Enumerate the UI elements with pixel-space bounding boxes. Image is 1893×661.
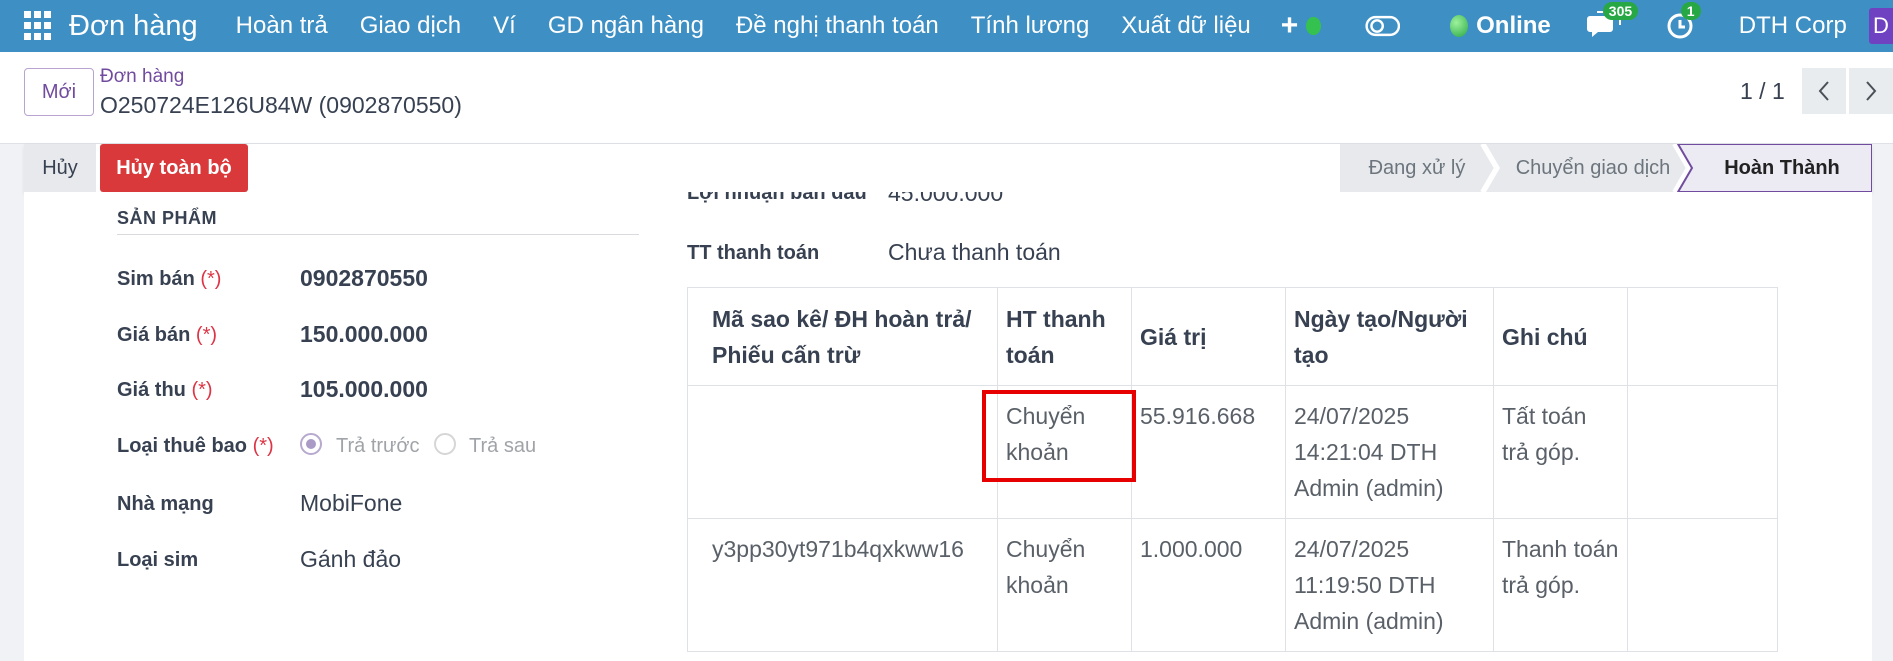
menu-item-returns[interactable]: Hoàn trả (220, 12, 344, 40)
radio-prepaid-label[interactable]: Trả trước (336, 435, 420, 458)
section-divider (117, 234, 639, 235)
price-value[interactable]: 150.000.000 (300, 321, 428, 348)
column-header-method[interactable]: HT thanh toán (997, 287, 1132, 386)
control-panel: Mới Đơn hàng O250724E126U84W (0902870550… (0, 52, 1893, 144)
main-menu: Hoàn trả Giao dịch Ví GD ngân hàng Đề ng… (220, 12, 1267, 40)
carrier-label: Nhà mạng (117, 493, 214, 515)
menu-item-payment-requests[interactable]: Đề nghị thanh toán (720, 12, 955, 40)
cell-amount: 1.000.000 (1131, 518, 1286, 652)
breadcrumb-current: O250724E126U84W (0902870550) (100, 92, 462, 118)
cancel-all-button[interactable]: Hủy toàn bộ (100, 144, 248, 192)
cell-code: y3pp30yt971b4qxkww16 (687, 518, 998, 652)
cell-created: 24/07/2025 14:21:04 DTH Admin (admin) (1285, 385, 1494, 519)
messages-button[interactable]: 305 (1586, 2, 1639, 42)
payment-status-value: Chưa thanh toán (888, 239, 1061, 265)
collect-price-label: Giá thu (*) (117, 379, 213, 401)
column-header-amount[interactable]: Giá trị (1131, 287, 1286, 386)
cell-created: 24/07/2025 11:19:50 DTH Admin (admin) (1285, 518, 1494, 652)
carrier-value[interactable]: MobiFone (300, 490, 402, 517)
plus-icon[interactable]: + (1281, 11, 1299, 41)
payment-status-label: TT thanh toán (687, 242, 820, 264)
sim-value[interactable]: 0902870550 (300, 265, 428, 292)
messages-count-badge: 305 (1602, 2, 1639, 20)
cell-actions (1627, 385, 1778, 519)
column-header-note[interactable]: Ghi chú (1493, 287, 1628, 386)
cancel-button[interactable]: Hủy (24, 144, 96, 192)
menu-item-export-data[interactable]: Xuất dữ liệu (1105, 12, 1266, 40)
pager-counter[interactable]: 1 / 1 (1740, 78, 1785, 105)
payment-lines-table: Mã sao kê/ ĐH hoàn trả/ Phiếu cấn trừ HT… (687, 287, 1778, 652)
cell-code (687, 385, 998, 519)
toggle-icon[interactable] (1365, 13, 1401, 39)
cell-amount: 55.916.668 (1131, 385, 1286, 519)
form-statusbar: Hủy Hủy toàn bộ Đang xử lý Chuyển giao d… (24, 144, 1872, 192)
menu-item-bank-transactions[interactable]: GD ngân hàng (532, 12, 720, 40)
table-row[interactable]: y3pp30yt971b4qxkww16 Chuyển khoản 1.000.… (687, 518, 1778, 652)
chevron-left-icon (1818, 81, 1829, 101)
highlight-annotation-box (982, 390, 1136, 482)
sim-type-label: Loại sim (117, 549, 199, 571)
stage-processing[interactable]: Đang xử lý (1340, 144, 1494, 192)
company-switcher[interactable]: DTH Corp (1739, 12, 1847, 40)
subscription-type-label: Loại thuê bao (*) (117, 435, 274, 457)
radio-prepaid[interactable] (300, 433, 322, 455)
pager-next-button[interactable] (1849, 68, 1893, 114)
stage-completed[interactable]: Hoàn Thành (1692, 144, 1872, 192)
stage-transfer-transaction[interactable]: Chuyển giao dịch (1500, 144, 1686, 192)
menu-item-wallet[interactable]: Ví (477, 12, 532, 40)
activities-count-badge: 1 (1680, 2, 1701, 20)
column-header-created[interactable]: Ngày tạo/Người tạo (1285, 287, 1494, 386)
menu-item-transactions[interactable]: Giao dịch (344, 12, 477, 40)
cell-actions (1627, 518, 1778, 652)
breadcrumb-parent[interactable]: Đơn hàng (100, 66, 184, 88)
sim-type-value[interactable]: Gánh đảo (300, 546, 401, 573)
radio-postpaid-label[interactable]: Trả sau (469, 435, 536, 458)
top-navbar: Đơn hàng Hoàn trả Giao dịch Ví GD ngân h… (0, 0, 1893, 52)
profit-row-clip: Lợi nhuận ban đầu 45.000.000 (687, 192, 1207, 210)
cell-note: Tất toán trả góp. (1493, 385, 1628, 519)
user-avatar[interactable]: D (1868, 8, 1893, 44)
new-record-button[interactable]: Mới (24, 68, 94, 116)
chevron-right-icon (1866, 81, 1877, 101)
pager-previous-button[interactable] (1802, 68, 1846, 114)
app-brand[interactable]: Đơn hàng (69, 10, 198, 43)
cell-method: Chuyển khoản (997, 518, 1132, 652)
table-row[interactable]: Chuyển khoản 55.916.668 24/07/2025 14:21… (687, 385, 1778, 519)
activities-button[interactable]: 1 (1665, 2, 1701, 42)
cell-note: Thanh toán trả góp. (1493, 518, 1628, 652)
sim-label: Sim bán (*) (117, 268, 222, 290)
column-header-actions (1627, 287, 1778, 386)
initial-profit-value: 45.000.000 (888, 192, 1004, 206)
product-section-title: SẢN PHẨM (117, 208, 218, 228)
collect-price-value[interactable]: 105.000.000 (300, 376, 428, 403)
column-header-code[interactable]: Mã sao kê/ ĐH hoàn trả/ Phiếu cấn trừ (687, 287, 998, 386)
initial-profit-label: Lợi nhuận ban đầu (687, 192, 867, 204)
menu-item-payroll[interactable]: Tính lương (955, 12, 1106, 40)
online-status-label[interactable]: Online (1476, 12, 1551, 40)
price-label: Giá bán (*) (117, 324, 218, 346)
radio-postpaid[interactable] (434, 433, 456, 455)
apps-grid-icon[interactable] (24, 11, 51, 41)
online-status-icon (1450, 15, 1469, 37)
status-dot-icon (1306, 17, 1321, 35)
